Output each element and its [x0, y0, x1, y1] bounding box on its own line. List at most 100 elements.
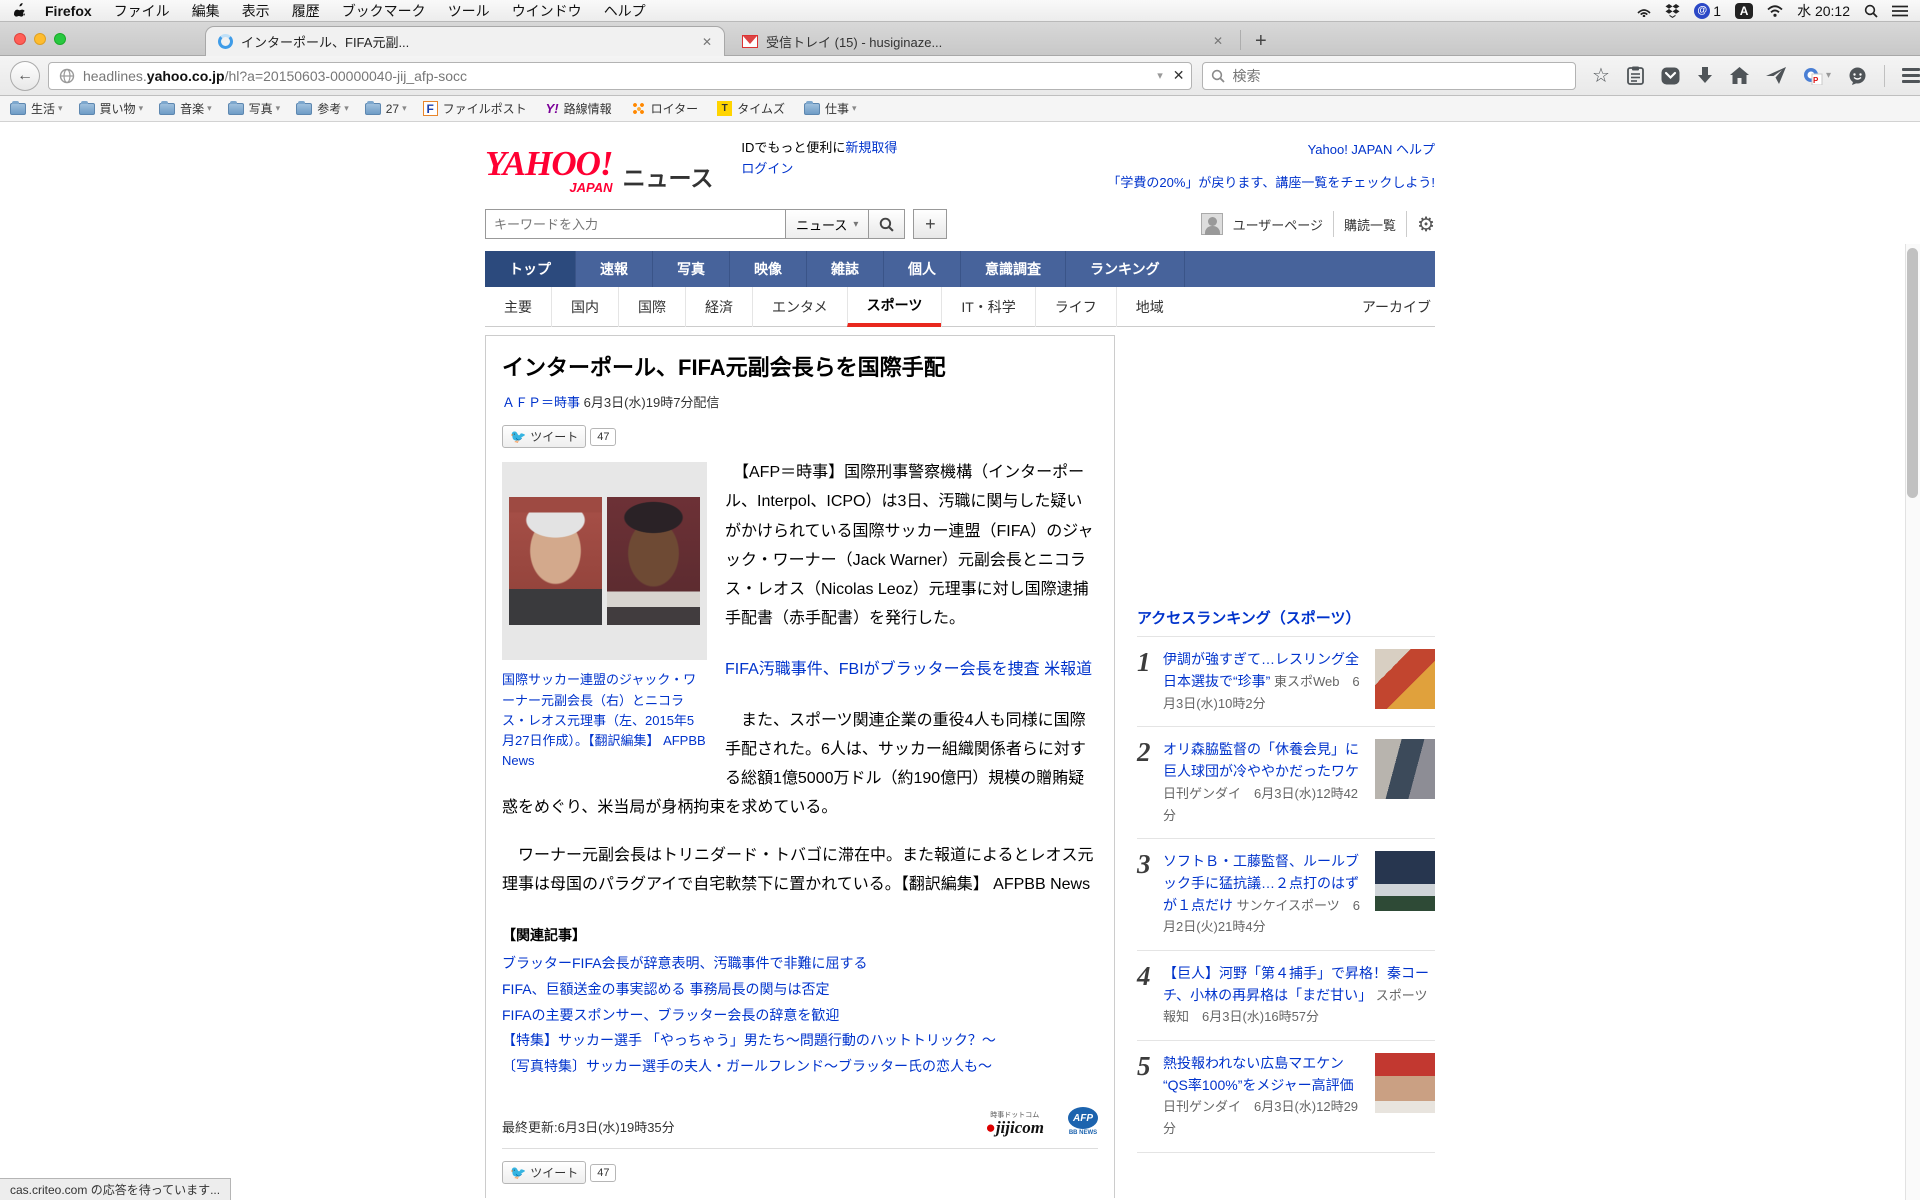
bookmark-folder-music[interactable]: 音楽 ▾ [159, 100, 212, 117]
pdf-converter-icon[interactable]: P ▾ [1803, 67, 1831, 85]
yahoo-japan-link[interactable]: Yahoo! JAPAN [1308, 142, 1393, 157]
url-text[interactable]: headlines.yahoo.co.jp/hl?a=20150603-0000… [83, 68, 1157, 84]
bookmark-folder-work[interactable]: 仕事 ▾ [803, 100, 857, 117]
bookmark-folder-life[interactable]: 生活 ▾ [10, 100, 63, 117]
tweet-count[interactable]: 47 [590, 427, 617, 446]
nav-magazine[interactable]: 雑誌 [807, 251, 884, 288]
menu-view[interactable]: 表示 [242, 1, 270, 21]
yahoo-logo[interactable]: YAHOO! JAPAN ニュース [485, 138, 713, 195]
promo-link[interactable]: 「学費の20%」が戻ります、講座一覧をチェックしよう! [1107, 175, 1435, 190]
nav-flash[interactable]: 速報 [576, 251, 653, 288]
spotlight-icon[interactable] [1864, 4, 1878, 18]
creative-cloud-icon[interactable]: @1 [1694, 2, 1721, 19]
menu-file[interactable]: ファイル [114, 1, 170, 21]
menu-hamburger-icon[interactable] [1902, 68, 1920, 83]
tab-close-icon[interactable]: ✕ [702, 35, 712, 49]
chevron-down-icon[interactable]: ▾ [1826, 70, 1831, 81]
cat-life[interactable]: ライフ [1034, 286, 1116, 327]
nav-ranking[interactable]: ランキング [1066, 251, 1185, 288]
cat-entertainment[interactable]: エンタメ [752, 286, 847, 327]
scrollbar-thumb[interactable] [1907, 248, 1918, 498]
ranking-link[interactable]: オリ森脇監督の「休養会見」に巨人球団が冷ややかだったワケ [1163, 741, 1359, 779]
stop-loading-button[interactable]: ✕ [1173, 67, 1185, 84]
menu-history[interactable]: 履歴 [292, 1, 320, 21]
search-input[interactable] [1232, 67, 1568, 84]
register-link[interactable]: 新規取得 [845, 140, 897, 155]
zoom-window-button[interactable] [54, 33, 66, 45]
menu-edit[interactable]: 編集 [192, 1, 220, 21]
tab-gmail[interactable]: 受信トレイ (15) - husiginaze... ✕ [730, 26, 1235, 56]
new-tab-button[interactable]: + [1255, 30, 1267, 53]
related-link[interactable]: FIFA、巨額送金の事実認める 事務局長の関与は否定 [502, 981, 829, 997]
help-link[interactable]: ヘルプ [1396, 142, 1435, 157]
menu-window[interactable]: ウインドウ [512, 1, 582, 21]
cat-it-science[interactable]: IT・科学 [941, 286, 1034, 327]
menu-bookmarks[interactable]: ブックマーク [342, 1, 426, 21]
related-link[interactable]: FIFAの主要スポンサー、ブラッター会長の辞意を歓迎 [502, 1007, 839, 1023]
wifi-icon[interactable] [1767, 4, 1783, 17]
menu-tools[interactable]: ツール [448, 1, 490, 21]
cat-economy[interactable]: 経済 [685, 286, 752, 327]
bookmark-times[interactable]: T タイムズ [717, 100, 788, 117]
bookmark-folder-photo[interactable]: 写真 ▾ [227, 100, 280, 117]
minimize-window-button[interactable] [34, 33, 46, 45]
bookmark-folder-shopping[interactable]: 買い物 ▾ [78, 100, 143, 117]
notification-center-icon[interactable] [1892, 5, 1908, 17]
pocket-icon[interactable] [1661, 67, 1680, 85]
nav-video[interactable]: 映像 [730, 251, 807, 288]
bookmark-transit[interactable]: Y! 路線情報 [546, 100, 615, 117]
menu-help[interactable]: ヘルプ [604, 1, 646, 21]
bookmark-folder-27[interactable]: 27 ▾ [364, 100, 407, 116]
keyword-search-input[interactable] [485, 209, 785, 240]
nav-photo[interactable]: 写真 [653, 251, 730, 288]
add-search-button[interactable]: + [913, 209, 948, 240]
tweet-count-bottom[interactable]: 47 [590, 1163, 617, 1182]
send-tab-icon[interactable] [1765, 67, 1786, 84]
ranking-thumbnail[interactable] [1375, 1053, 1435, 1113]
subscriptions-link[interactable]: 購読一覧 [1344, 215, 1396, 234]
nav-top[interactable]: トップ [485, 251, 576, 288]
ranking-thumbnail[interactable] [1375, 649, 1435, 710]
jiji-logo[interactable]: 時事ドットコム ●jijicom [986, 1106, 1044, 1136]
cat-domestic[interactable]: 国内 [551, 286, 618, 327]
cat-main[interactable]: 主要 [485, 287, 551, 327]
site-identity-globe-icon[interactable] [59, 68, 75, 84]
gear-icon[interactable]: ⚙ [1417, 212, 1435, 237]
search-bar[interactable] [1201, 61, 1577, 90]
afp-logo[interactable]: AFP BB NEWS [1068, 1107, 1098, 1136]
tweet-button[interactable]: 🐦 ツイート [502, 425, 587, 449]
url-bar[interactable]: headlines.yahoo.co.jp/hl?a=20150603-0000… [47, 61, 1192, 90]
bluetooth-icon[interactable] [1637, 5, 1651, 17]
tab-article[interactable]: インターポール、FIFA元副... ✕ [205, 26, 725, 56]
bookmark-star-icon[interactable]: ☆ [1592, 63, 1610, 88]
nav-personal[interactable]: 個人 [884, 251, 961, 288]
related-link[interactable]: ブラッターFIFA会長が辞意表明、汚職事件で非難に屈する [502, 955, 868, 971]
search-category-select[interactable]: ニュース ▾ [785, 209, 870, 240]
nav-poll[interactable]: 意識調査 [961, 251, 1066, 288]
photo-caption-link[interactable]: 国際サッカー連盟のジャック・ワーナー元副会長（右）とニコラス・レオス元理事（左、… [502, 670, 707, 771]
cat-sports[interactable]: スポーツ [846, 286, 942, 327]
back-button[interactable]: ← [10, 60, 40, 91]
bookmark-reuters[interactable]: ロイター [630, 100, 702, 117]
chat-icon[interactable] [1848, 67, 1867, 85]
url-dropdown-icon[interactable]: ▾ [1157, 69, 1163, 82]
tab-close-icon[interactable]: ✕ [1213, 34, 1223, 48]
menu-firefox[interactable]: Firefox [45, 3, 92, 19]
cat-world[interactable]: 国際 [618, 286, 685, 327]
news-search-button[interactable] [869, 209, 906, 240]
page-scrollbar[interactable] [1905, 244, 1920, 1200]
related-link[interactable]: 【特集】サッカー選手 「やっちゃう」男たち～問題行動のハットトリック？～ [502, 1032, 996, 1048]
input-source-icon[interactable]: A [1735, 2, 1754, 19]
close-window-button[interactable] [14, 33, 26, 45]
bookmark-filepost[interactable]: F ファイルポスト [422, 100, 530, 117]
related-link[interactable]: 〔写真特集〕サッカー選手の夫人・ガールフレンド～ブラッター氏の恋人も～ [502, 1058, 992, 1074]
cat-local[interactable]: 地域 [1115, 286, 1183, 327]
apple-icon[interactable] [14, 3, 27, 18]
reading-list-icon[interactable] [1627, 66, 1644, 85]
downloads-icon[interactable] [1697, 66, 1713, 85]
menu-clock[interactable]: 水 20:12 [1797, 1, 1850, 21]
tweet-button-bottom[interactable]: 🐦 ツイート [502, 1161, 587, 1185]
ranking-link[interactable]: 熱投報われない広島マエケン “QS率100%”をメジャー高評価 [1163, 1055, 1354, 1093]
user-page-link[interactable]: ユーザーページ [1233, 215, 1323, 234]
ranking-thumbnail[interactable] [1375, 851, 1435, 912]
